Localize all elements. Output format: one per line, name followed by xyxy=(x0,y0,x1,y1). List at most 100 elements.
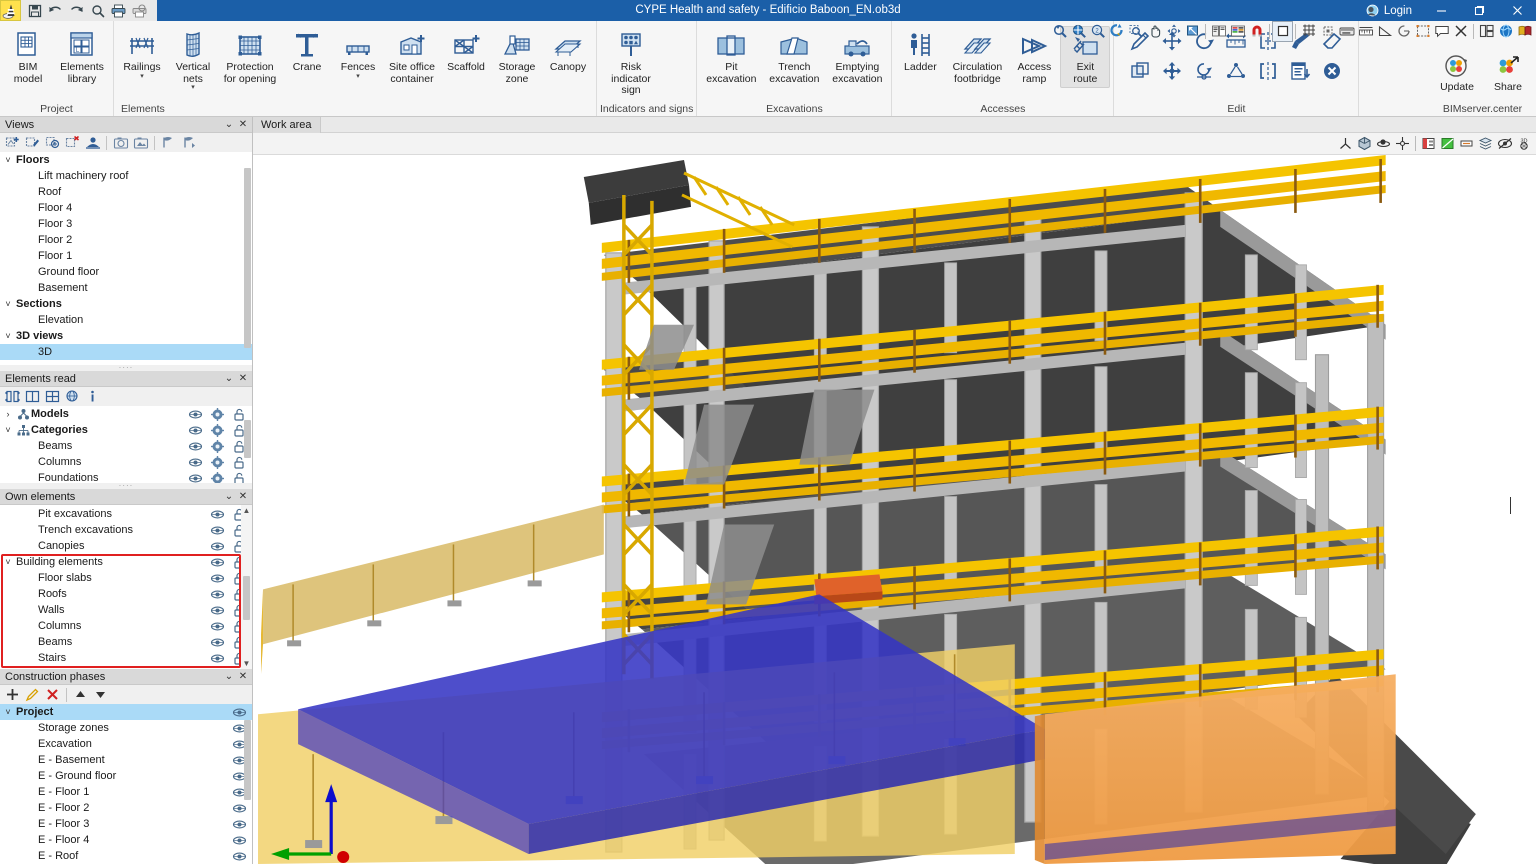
views-collapse-icon[interactable]: ⌄ xyxy=(222,118,236,132)
delete-icon[interactable] xyxy=(1316,56,1348,86)
elements-library-button[interactable]: L Elements library xyxy=(54,26,110,88)
move-down-icon[interactable] xyxy=(91,686,110,703)
redraw-icon[interactable] xyxy=(1107,22,1126,41)
two-columns-icon[interactable] xyxy=(23,388,42,405)
visibility-icon[interactable] xyxy=(206,557,228,568)
visibility-icon[interactable] xyxy=(206,605,228,616)
own-elements-tree-row[interactable]: Beams xyxy=(0,634,252,650)
expand-chevron-icon[interactable]: › xyxy=(0,409,16,419)
login-button[interactable]: Login xyxy=(1356,0,1422,21)
model-state-icon[interactable] xyxy=(206,407,228,421)
capture-icon[interactable] xyxy=(1413,22,1432,41)
edit-view-icon[interactable] xyxy=(23,134,42,151)
construction-phases-tree-row[interactable]: E - Floor 4 xyxy=(0,832,252,848)
own-elements-tree-row[interactable]: Walls xyxy=(0,602,252,618)
visibility-icon[interactable] xyxy=(206,541,228,552)
arc-icon[interactable] xyxy=(1394,22,1413,41)
elements-read-close-icon[interactable]: ✕ xyxy=(236,372,250,386)
list-export-icon[interactable] xyxy=(1284,56,1316,86)
pit-excavation-button[interactable]: Pit excavation xyxy=(700,26,762,88)
views-tree-row[interactable]: ˅ 3D views xyxy=(0,328,252,344)
four-panes-icon[interactable] xyxy=(43,388,62,405)
own-elements-tree-row[interactable]: Columns xyxy=(0,618,252,634)
expand-chevron-icon[interactable]: ˅ xyxy=(0,425,16,435)
undo-icon[interactable] xyxy=(46,1,65,20)
update-button[interactable]: Update xyxy=(1432,46,1482,97)
protection-for-opening-button[interactable]: Protection for opening xyxy=(219,26,281,88)
views-tree-row[interactable]: Ground floor xyxy=(0,264,252,280)
section-icon[interactable] xyxy=(1419,134,1438,153)
construction-phases-close-icon[interactable]: ✕ xyxy=(236,670,250,684)
visibility-icon[interactable] xyxy=(184,473,206,484)
angle-icon[interactable] xyxy=(1375,22,1394,41)
crane-button[interactable]: Crane xyxy=(282,26,332,77)
construction-phases-tree[interactable]: ˅ Project Storage zones Excavation E - Basem… xyxy=(0,704,252,864)
comment-icon[interactable] xyxy=(1432,22,1451,41)
layout-icon[interactable] xyxy=(1477,22,1496,41)
print-preview-icon[interactable] xyxy=(130,1,149,20)
own-elements-close-icon[interactable]: ✕ xyxy=(236,490,250,504)
visibility-icon[interactable] xyxy=(206,509,228,520)
emptying-excavation-button[interactable]: Emptying excavation xyxy=(826,26,888,88)
model-state-icon[interactable] xyxy=(206,455,228,469)
visibility-icon[interactable] xyxy=(206,589,228,600)
views-tree-row[interactable]: ˅ Sections xyxy=(0,296,252,312)
info-icon[interactable] xyxy=(83,388,102,405)
vertical-nets-button[interactable]: Vertical nets ▾ xyxy=(168,26,218,94)
move-up-icon[interactable] xyxy=(71,686,90,703)
globe-icon[interactable] xyxy=(1496,22,1515,41)
storage-zone-button[interactable]: Storage zone xyxy=(492,26,542,88)
elements-read-tree-row[interactable]: Beams xyxy=(0,438,252,454)
ground-plane-icon[interactable] xyxy=(1457,134,1476,153)
scroll-up-arrow-icon[interactable]: ▲ xyxy=(243,505,251,516)
own-elements-tree-row[interactable]: Pit excavations xyxy=(0,506,252,522)
orbit-icon[interactable] xyxy=(1164,22,1183,41)
share-button[interactable]: Share xyxy=(1483,46,1533,97)
magnet-snap-icon[interactable] xyxy=(1247,22,1266,41)
visibility-icon[interactable] xyxy=(184,457,206,468)
construction-phases-tree-row[interactable]: E - Floor 2 xyxy=(0,800,252,816)
expand-chevron-icon[interactable]: ˅ xyxy=(0,299,16,309)
trench-excavation-button[interactable]: Trench excavation xyxy=(763,26,825,88)
construction-phases-tree-row[interactable]: Excavation xyxy=(0,736,252,752)
layers-icon[interactable] xyxy=(1228,22,1247,41)
risk-indicator-sign-button[interactable]: Risk indicator sign xyxy=(600,26,662,100)
construction-phases-tree-row[interactable]: E - Roof xyxy=(0,848,252,864)
ruler-icon[interactable] xyxy=(1356,22,1375,41)
model-state-icon[interactable] xyxy=(206,439,228,453)
elements-read-tree-row[interactable]: ˅ Categories xyxy=(0,422,252,438)
copy-icon[interactable] xyxy=(1124,56,1156,86)
zoom-extents-icon[interactable] xyxy=(1069,22,1088,41)
visibility-icon[interactable] xyxy=(184,441,206,452)
pan-hand-icon[interactable] xyxy=(1145,22,1164,41)
distribute-icon[interactable] xyxy=(1220,56,1252,86)
scroll-down-arrow-icon[interactable]: ▼ xyxy=(243,658,251,669)
visibility-icon[interactable] xyxy=(206,621,228,632)
own-elements-tree-row[interactable]: Trench excavations xyxy=(0,522,252,538)
construction-phases-collapse-icon[interactable]: ⌄ xyxy=(222,670,236,684)
views-tree[interactable]: ˅ Floors Lift machinery roof Roof Floor 4 Flo… xyxy=(0,152,252,365)
close-x-icon[interactable] xyxy=(1451,22,1470,41)
minimize-button[interactable] xyxy=(1422,0,1460,21)
own-elements-tree-row[interactable]: Roofs xyxy=(0,586,252,602)
close-button[interactable] xyxy=(1498,0,1536,21)
orbit-axis-icon[interactable] xyxy=(1393,134,1412,153)
views-tree-row[interactable]: 3D xyxy=(0,344,252,360)
views-close-icon[interactable]: ✕ xyxy=(236,118,250,132)
own-elements-tree-row[interactable]: Canopies xyxy=(0,538,252,554)
views-tree-row[interactable]: Floor 3 xyxy=(0,216,252,232)
visibility-icon[interactable] xyxy=(206,525,228,536)
print-icon[interactable] xyxy=(109,1,128,20)
model-state-icon[interactable] xyxy=(206,423,228,437)
chevron-down-icon[interactable]: ▾ xyxy=(191,84,195,91)
views-tree-row[interactable]: ˅ Floors xyxy=(0,152,252,168)
views-tree-row[interactable]: Floor 2 xyxy=(0,232,252,248)
ortho-icon[interactable] xyxy=(1318,22,1337,41)
expand-chevron-icon[interactable]: ˅ xyxy=(0,155,16,165)
search-icon[interactable] xyxy=(88,1,107,20)
views-tree-row[interactable]: Basement xyxy=(0,280,252,296)
construction-phases-tree-row[interactable]: E - Floor 1 xyxy=(0,784,252,800)
elements-read-tree[interactable]: › Models ˅ Categories Beams Columns Foundation… xyxy=(0,406,252,483)
bim-model-button[interactable]: BIM model xyxy=(3,26,53,88)
construction-phases-tree-row[interactable]: E - Floor 3 xyxy=(0,816,252,832)
